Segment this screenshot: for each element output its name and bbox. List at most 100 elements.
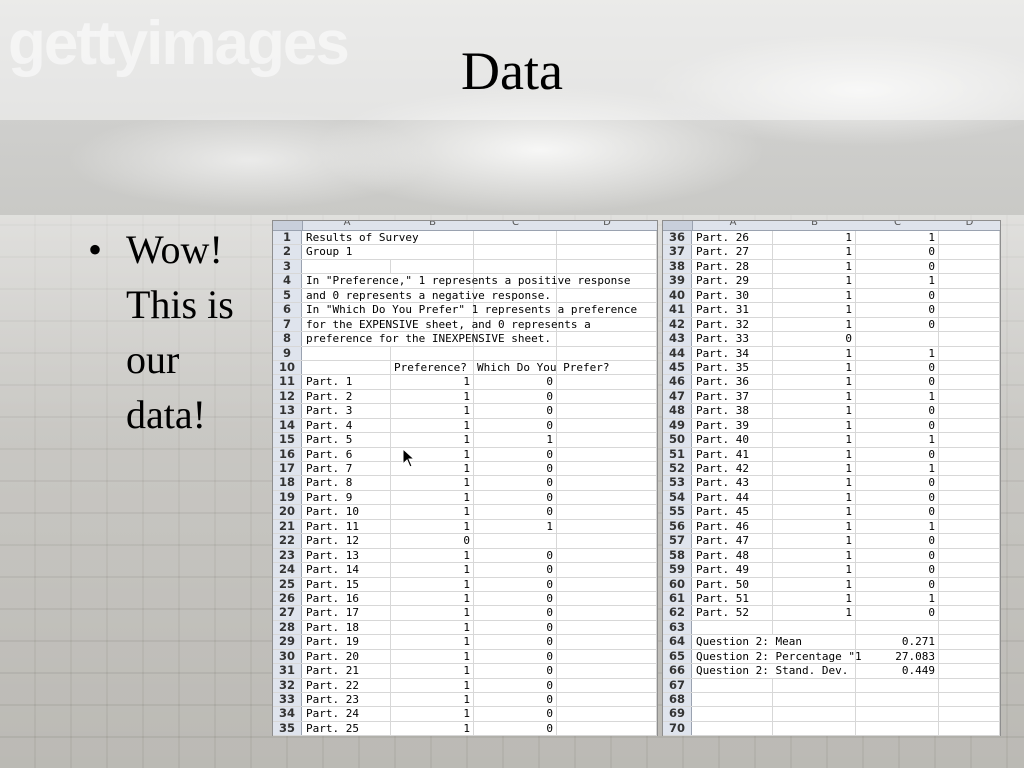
cell-c[interactable]: 0	[856, 606, 939, 620]
cell-d[interactable]	[557, 375, 657, 389]
cell-a[interactable]: Part. 30	[693, 288, 773, 303]
column-header-a[interactable]: A	[693, 221, 773, 228]
cell-c[interactable]: 0	[474, 563, 557, 577]
cell-b[interactable]: 1	[773, 346, 856, 360]
cell-a[interactable]: Part. 37	[693, 389, 773, 404]
select-all-corner[interactable]	[663, 221, 693, 230]
cell-d[interactable]	[939, 245, 1000, 259]
cell-c[interactable]: 27.083	[856, 649, 939, 664]
cell-c[interactable]: 1	[856, 591, 939, 606]
cell-c[interactable]: 0	[856, 563, 939, 577]
cell-c[interactable]: 0	[856, 548, 939, 563]
cell-a[interactable]	[693, 693, 773, 707]
row-header[interactable]: 50	[663, 432, 692, 447]
cell-b[interactable]: 1	[773, 404, 856, 418]
cell-d[interactable]	[939, 548, 1000, 563]
cell-d[interactable]	[939, 447, 1000, 461]
cell-a[interactable]: Part. 21	[303, 664, 391, 678]
cell-d[interactable]	[939, 433, 1000, 447]
cell-b[interactable]	[391, 259, 474, 274]
row-header[interactable]: 46	[663, 375, 692, 389]
cell-b[interactable]: 1	[773, 563, 856, 577]
cell-d[interactable]	[939, 563, 1000, 577]
row-header[interactable]: 2	[273, 245, 302, 259]
cell-b[interactable]: 1	[773, 447, 856, 461]
cell-d[interactable]	[939, 404, 1000, 418]
cell-a[interactable]: Part. 17	[303, 606, 391, 620]
row-header[interactable]: 63	[663, 620, 692, 635]
cell-b[interactable]: 1	[773, 519, 856, 534]
cell-a[interactable]: Part. 13	[303, 548, 391, 563]
cell-a[interactable]: Part. 3	[303, 404, 391, 418]
cell-b[interactable]	[391, 346, 474, 360]
cell-c[interactable]: 0	[474, 678, 557, 692]
cell-b[interactable]: 1	[773, 231, 856, 245]
cell-b[interactable]: 0	[773, 332, 856, 346]
cell-c[interactable]: 0	[474, 447, 557, 461]
cell-a[interactable]: Part. 46	[693, 519, 773, 534]
cell-c[interactable]: 0.449	[856, 664, 939, 678]
cell-b[interactable]: 1	[391, 693, 474, 707]
row-header[interactable]: 5	[273, 288, 302, 303]
cell-a[interactable]: Question 2: Mean	[693, 635, 802, 648]
row-header[interactable]: 22	[273, 533, 302, 548]
row-header[interactable]: 36	[663, 230, 692, 245]
cell-b[interactable]: 1	[773, 534, 856, 548]
cell-c[interactable]	[474, 245, 557, 259]
cell-a[interactable]: Part. 50	[693, 577, 773, 591]
cell-c[interactable]: 0	[856, 476, 939, 490]
row-header[interactable]: 6	[273, 302, 302, 317]
column-header-d[interactable]: D	[557, 221, 657, 228]
cell-a[interactable]	[693, 721, 773, 736]
cell-c[interactable]: 0	[474, 664, 557, 678]
row-header[interactable]: 3	[273, 259, 302, 274]
cell-d[interactable]	[939, 490, 1000, 505]
cell-a[interactable]: Part. 16	[303, 591, 391, 606]
row-header[interactable]: 41	[663, 302, 692, 317]
cell-c[interactable]: 0	[474, 707, 557, 721]
row-header[interactable]: 38	[663, 259, 692, 274]
cell-c[interactable]	[474, 231, 557, 245]
cell-b[interactable]: 1	[773, 476, 856, 490]
cell-b[interactable]: 1	[391, 606, 474, 620]
cell-d[interactable]	[557, 404, 657, 418]
cell-d[interactable]	[939, 664, 1000, 678]
cell-a[interactable]: Part. 6	[303, 447, 391, 461]
cell-a[interactable]: Part. 43	[693, 476, 773, 490]
cell-b[interactable]: 1	[391, 433, 474, 447]
cell-d[interactable]	[557, 577, 657, 591]
cell-a[interactable]: Part. 18	[303, 620, 391, 635]
cell-b[interactable]: 1	[773, 245, 856, 259]
cell-c[interactable]: 0	[474, 375, 557, 389]
cell-d[interactable]	[557, 418, 657, 433]
cell-a[interactable]: Part. 31	[693, 303, 773, 317]
row-header[interactable]: 20	[273, 505, 302, 519]
column-header-b[interactable]: B	[773, 221, 856, 228]
cell-b[interactable]: 1	[391, 664, 474, 678]
cell-d[interactable]	[557, 519, 657, 534]
cell-b[interactable]: 1	[391, 389, 474, 404]
cell-a[interactable]	[693, 678, 773, 692]
cell-b[interactable]	[773, 721, 856, 736]
cell-d[interactable]	[557, 693, 657, 707]
cell-b[interactable]	[391, 245, 474, 259]
cell-b[interactable]: 1	[391, 519, 474, 534]
cell-a[interactable]: Part. 5	[303, 433, 391, 447]
cell-d[interactable]	[939, 505, 1000, 519]
cell-d[interactable]	[939, 360, 1000, 375]
cell-d[interactable]	[939, 591, 1000, 606]
cell-c[interactable]	[474, 259, 557, 274]
cell-b[interactable]: 1	[391, 548, 474, 563]
cell-c[interactable]: 0	[474, 591, 557, 606]
cell-c[interactable]: 1	[856, 274, 939, 288]
cell-c[interactable]: 0	[474, 404, 557, 418]
column-header-d[interactable]: D	[939, 221, 1000, 228]
cell-d[interactable]	[939, 606, 1000, 620]
row-header[interactable]: 27	[273, 606, 302, 620]
cell-a[interactable]	[303, 259, 391, 274]
cell-c[interactable]: 0	[856, 303, 939, 317]
row-header[interactable]: 9	[273, 346, 302, 360]
row-header[interactable]: 39	[663, 274, 692, 288]
cell-d[interactable]	[557, 476, 657, 490]
row-header[interactable]: 21	[273, 519, 302, 534]
